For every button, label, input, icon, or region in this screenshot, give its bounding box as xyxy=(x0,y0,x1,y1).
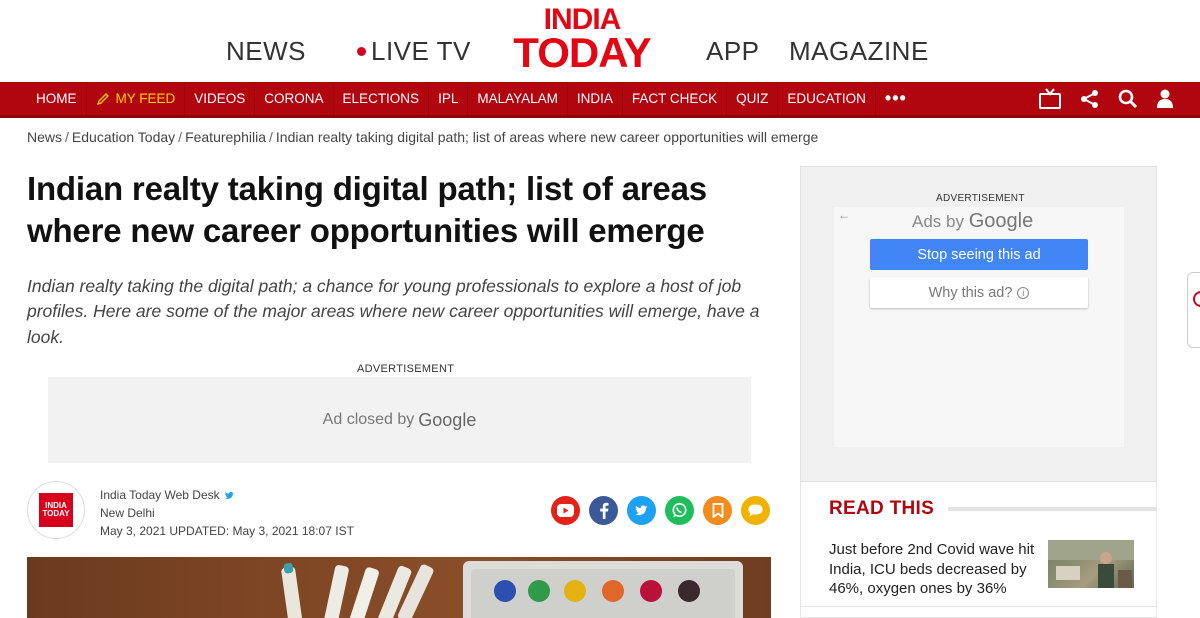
more-dots-icon: ••• xyxy=(884,88,907,108)
nav-item-fact-check[interactable]: FACT CHECK xyxy=(621,82,726,115)
top-nav-live-tv[interactable]: LIVE TV xyxy=(357,36,471,67)
nav-item-malayalam[interactable]: MALAYALAM xyxy=(467,82,567,115)
nav-item-label: QUIZ xyxy=(736,91,769,106)
nav-item-my-feed[interactable]: MY FEED xyxy=(85,82,185,115)
byline-author-row: India Today Web Desk xyxy=(100,486,354,504)
byline: India Today Web Desk New Delhi May 3, 20… xyxy=(100,486,354,540)
nav-menu: HOME MY FEED VIDEOS CORONA ELECTIONS IPL… xyxy=(27,82,916,115)
advertisement-label: ADVERTISEMENT xyxy=(357,363,455,375)
read-this-heading: READ THIS xyxy=(829,498,935,519)
read-this-divider xyxy=(800,606,1157,607)
nav-item-label: ELECTIONS xyxy=(342,91,420,106)
nav-item-corona[interactable]: CORONA xyxy=(254,82,332,115)
twitter-verified-icon[interactable] xyxy=(224,490,235,501)
edge-floating-widget[interactable] xyxy=(1187,272,1200,348)
top-header: NEWS LIVE TV INDIA TODAY APP MAGAZINE xyxy=(0,0,1200,82)
stop-seeing-ad-button[interactable]: Stop seeing this ad xyxy=(870,239,1088,270)
logo-line2: TODAY xyxy=(513,28,651,76)
article-headline: Indian realty taking digital path; list … xyxy=(27,170,707,249)
main-nav-bar: HOME MY FEED VIDEOS CORONA ELECTIONS IPL… xyxy=(0,82,1200,118)
byline-location: New Delhi xyxy=(100,506,155,520)
breadcrumb-news[interactable]: News xyxy=(27,129,62,145)
whatsapp-icon[interactable] xyxy=(665,496,694,525)
nav-item-label: HOME xyxy=(36,91,77,106)
india-today-logo[interactable]: INDIA TODAY xyxy=(512,5,652,76)
ads-by-text: Ads by xyxy=(912,212,964,231)
nav-more-button[interactable]: ••• xyxy=(874,82,916,115)
nav-item-home[interactable]: HOME xyxy=(27,82,86,115)
breadcrumb-featurephilia[interactable]: Featurephilia xyxy=(185,129,266,145)
author-name[interactable]: India Today Web Desk xyxy=(100,486,220,504)
nav-item-videos[interactable]: VIDEOS xyxy=(184,82,254,115)
nav-item-label: INDIA xyxy=(576,91,613,106)
article-standfirst: Indian realty taking the digital path; a… xyxy=(27,276,760,347)
live-tv-label: LIVE TV xyxy=(371,36,471,66)
tv-icon[interactable] xyxy=(1038,87,1062,110)
ad-closed-box: Ad closed by Google xyxy=(48,377,751,463)
back-arrow-icon[interactable]: ← xyxy=(838,208,850,222)
author-avatar: INDIA TODAY xyxy=(27,481,85,539)
read-this-story-link[interactable]: Just before 2nd Covid wave hit India, IC… xyxy=(829,540,1039,599)
share-icon[interactable] xyxy=(1080,89,1100,109)
nav-item-label: IPL xyxy=(438,91,459,106)
read-this-rule xyxy=(948,507,1157,511)
youtube-icon[interactable] xyxy=(551,496,580,525)
nav-item-ipl[interactable]: IPL xyxy=(428,82,467,115)
nav-item-label: MALAYALAM xyxy=(477,91,558,106)
nav-item-india[interactable]: INDIA xyxy=(566,82,622,115)
top-nav-magazine[interactable]: MAGAZINE xyxy=(789,36,929,67)
sidebar-advertisement-label: ADVERTISEMENT xyxy=(936,193,1025,204)
nav-item-label: FACT CHECK xyxy=(631,91,718,106)
nav-item-education[interactable]: EDUCATION xyxy=(777,82,875,115)
facebook-icon[interactable] xyxy=(589,496,618,525)
article-hero-image xyxy=(27,557,771,618)
avatar-logo-line2: TODAY xyxy=(42,509,70,518)
breadcrumb: News / Education Today / Featurephilia / India… xyxy=(27,129,818,145)
pencil-icon xyxy=(96,92,109,105)
ads-by-google: Ads by Google xyxy=(912,210,1033,233)
user-icon[interactable] xyxy=(1156,89,1174,109)
nav-item-elections[interactable]: ELECTIONS xyxy=(332,82,429,115)
widget-icon xyxy=(1193,291,1200,307)
breadcrumb-separator: / xyxy=(269,129,273,145)
top-nav-news[interactable]: NEWS xyxy=(226,36,306,67)
comment-icon[interactable] xyxy=(741,496,770,525)
twitter-icon[interactable] xyxy=(627,496,656,525)
info-icon: i xyxy=(1017,286,1030,299)
nav-item-quiz[interactable]: QUIZ xyxy=(726,82,777,115)
read-this-thumbnail[interactable] xyxy=(1048,540,1134,588)
avatar-logo: INDIA TODAY xyxy=(39,493,73,527)
bookmark-icon[interactable] xyxy=(703,496,732,525)
thumbnail-art xyxy=(1048,540,1134,588)
why-this-ad-label: Why this ad? xyxy=(928,284,1013,301)
search-icon[interactable] xyxy=(1118,89,1138,109)
byline-dates: May 3, 2021 UPDATED: May 3, 2021 18:07 I… xyxy=(100,524,354,538)
top-nav-app[interactable]: APP xyxy=(706,36,760,67)
why-this-ad-button[interactable]: Why this ad? i xyxy=(870,277,1088,308)
nav-item-label: VIDEOS xyxy=(194,91,246,106)
breadcrumb-current: Indian realty taking digital path; list … xyxy=(275,129,819,145)
nav-item-label: EDUCATION xyxy=(787,91,866,106)
nav-item-label: MY FEED xyxy=(115,91,176,106)
breadcrumb-separator: / xyxy=(65,129,69,145)
breadcrumb-separator: / xyxy=(178,129,183,145)
hero-image-art xyxy=(281,561,743,618)
social-share-bar xyxy=(551,496,770,525)
google-wordmark: Google xyxy=(418,409,477,430)
ad-closed-text: Ad closed by xyxy=(322,411,415,428)
nav-icon-group xyxy=(1038,82,1174,115)
google-wordmark: Google xyxy=(968,210,1034,232)
breadcrumb-education-today[interactable]: Education Today xyxy=(72,129,175,145)
live-dot-icon xyxy=(357,47,366,56)
nav-item-label: CORONA xyxy=(264,91,324,106)
